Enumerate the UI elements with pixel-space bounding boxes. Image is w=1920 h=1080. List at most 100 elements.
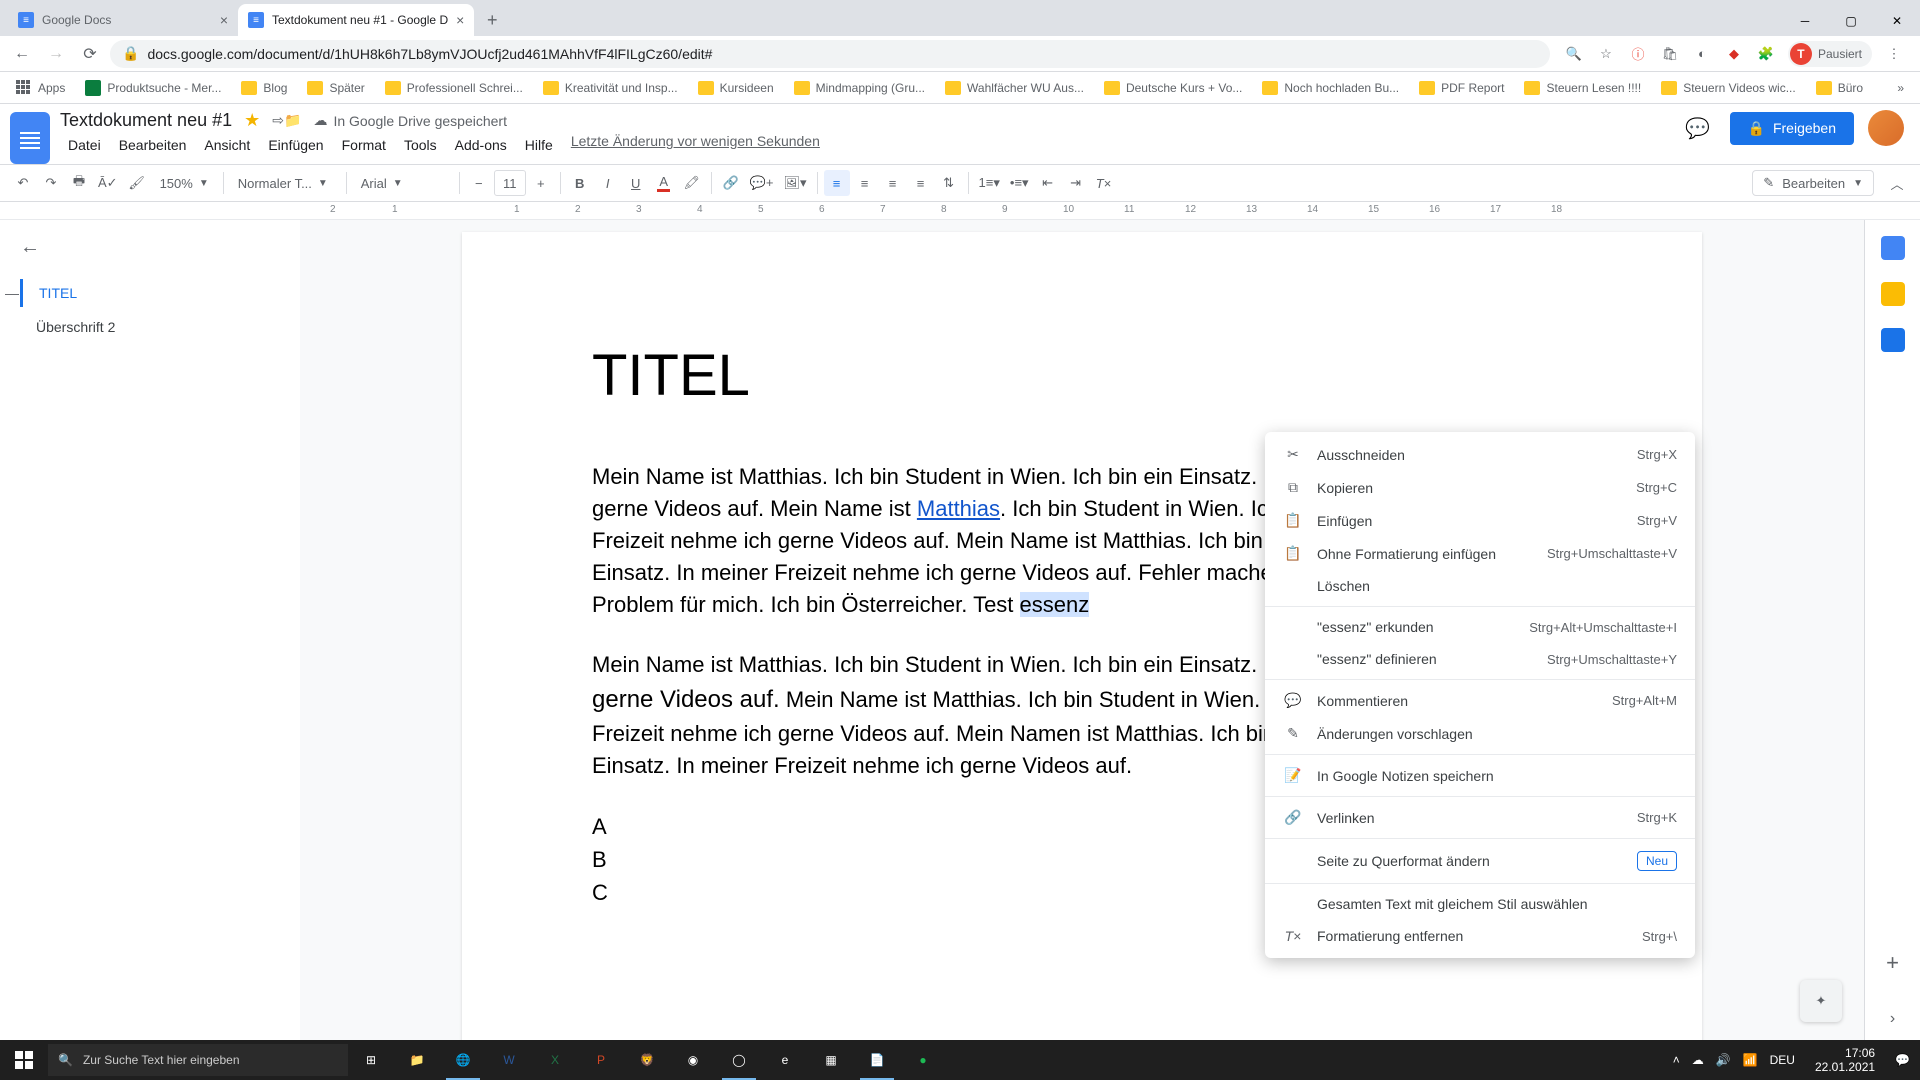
move-icon[interactable]: ⇨📁 [272,112,301,129]
wifi-icon[interactable]: 📶 [1743,1053,1758,1067]
back-button[interactable]: ← [8,40,36,68]
bookmark-item[interactable]: Deutsche Kurs + Vo... [1096,77,1250,99]
indent-dec-button[interactable]: ⇤ [1035,170,1061,196]
bookmark-item[interactable]: Noch hochladen Bu... [1254,77,1407,99]
menu-datei[interactable]: Datei [60,133,109,157]
share-button[interactable]: 🔒 Freigeben [1730,112,1854,145]
link-matthias[interactable]: Matthias [917,496,1000,521]
highlight-button[interactable]: 🖍 [679,170,705,196]
ctx-clear-format[interactable]: T×Formatierung entfernenStrg+\ [1265,920,1695,952]
explore-fab-button[interactable]: ✦ [1800,980,1842,1022]
line-spacing-button[interactable]: ⇅ [936,170,962,196]
bookmark-item[interactable]: PDF Report [1411,77,1512,99]
reload-button[interactable]: ⟳ [76,40,104,68]
font-size-input[interactable]: 11 [494,170,526,196]
menu-format[interactable]: Format [334,133,394,157]
menu-ansicht[interactable]: Ansicht [196,133,258,157]
side-panel-collapse[interactable]: › [1890,998,1895,1040]
spotify-icon[interactable]: ● [900,1040,946,1080]
minimize-button[interactable]: ─ [1782,6,1828,36]
notifications-icon[interactable]: 💬 [1895,1053,1910,1067]
bookmark-item[interactable]: Kreativität und Insp... [535,77,686,99]
star-icon[interactable]: ★ [244,110,260,131]
bookmark-item[interactable]: Später [299,77,372,99]
browser-tab[interactable]: ≡ Google Docs × [8,4,238,36]
redo-button[interactable]: ↷ [38,170,64,196]
apps-shortcut[interactable]: Apps [8,76,73,100]
font-size-inc[interactable]: + [528,170,554,196]
bookmark-item[interactable]: Büro [1808,77,1871,99]
ctx-comment[interactable]: 💬KommentierenStrg+Alt+M [1265,684,1695,717]
bookmark-item[interactable]: Blog [233,77,295,99]
bookmark-item[interactable]: Produktsuche - Mer... [77,76,229,100]
undo-button[interactable]: ↶ [10,170,36,196]
print-button[interactable]: 🖶 [66,170,92,196]
task-view-button[interactable]: ⊞ [348,1040,394,1080]
tasks-icon[interactable] [1881,328,1905,352]
indent-inc-button[interactable]: ⇥ [1063,170,1089,196]
profile-chip[interactable]: T Pausiert [1788,41,1872,67]
ctx-paste-plain[interactable]: 📋Ohne Formatierung einfügenStrg+Umschalt… [1265,537,1695,570]
maximize-button[interactable]: ▢ [1828,6,1874,36]
insert-link-button[interactable]: 🔗 [718,170,744,196]
ctx-select-similar[interactable]: Gesamten Text mit gleichem Stil auswähle… [1265,888,1695,920]
ctx-explore[interactable]: "essenz" erkundenStrg+Alt+Umschalttaste+… [1265,611,1695,643]
align-right-button[interactable]: ≡ [880,170,906,196]
zoom-select[interactable]: 150%▼ [152,176,217,191]
bookmarks-overflow[interactable]: » [1889,77,1912,99]
forward-button[interactable]: → [42,40,70,68]
extensions-icon[interactable]: 🧩 [1756,44,1776,64]
italic-button[interactable]: I [595,170,621,196]
spellcheck-button[interactable]: Ā✓ [94,170,122,196]
menu-icon[interactable]: ⋮ [1884,44,1904,64]
outline-heading-1[interactable]: TITEL [20,279,280,307]
bookmark-item[interactable]: Professionell Schrei... [377,77,531,99]
obs-icon[interactable]: ◉ [670,1040,716,1080]
menu-addons[interactable]: Add-ons [447,133,515,157]
align-left-button[interactable]: ≡ [824,170,850,196]
excel-icon[interactable]: X [532,1040,578,1080]
close-icon[interactable]: × [456,12,464,28]
ctx-paste[interactable]: 📋EinfügenStrg+V [1265,504,1695,537]
start-button[interactable] [0,1040,48,1080]
edge-icon[interactable]: 🌐 [440,1040,486,1080]
bookmark-item[interactable]: Wahlfächer WU Aus... [937,77,1092,99]
align-center-button[interactable]: ≡ [852,170,878,196]
zoom-icon[interactable]: 🔍 [1564,44,1584,64]
paint-format-button[interactable]: 🖌 [124,170,150,196]
docs-logo-icon[interactable] [10,112,50,164]
readmode-icon[interactable]: ⓘ [1628,44,1648,64]
browser-tab-active[interactable]: ≡ Textdokument neu #1 - Google D × [238,4,474,36]
insert-image-button[interactable]: 🖼▾ [780,170,811,196]
comments-button[interactable]: 💬 [1680,110,1716,146]
url-input[interactable]: 🔒 docs.google.com/document/d/1hUH8k6h7Lb… [110,40,1550,68]
close-window-button[interactable]: ✕ [1874,6,1920,36]
drive-status[interactable]: ☁ In Google Drive gespeichert [313,112,507,129]
menu-tools[interactable]: Tools [396,133,445,157]
collapse-toolbar-button[interactable]: ︿ [1884,170,1910,196]
ctx-define[interactable]: "essenz" definierenStrg+Umschalttaste+Y [1265,643,1695,675]
language-indicator[interactable]: DEU [1770,1053,1795,1067]
edit-mode-select[interactable]: ✎ Bearbeiten ▼ [1752,170,1874,196]
bookmark-item[interactable]: Steuern Videos wic... [1653,77,1804,99]
onedrive-icon[interactable]: ☁ [1692,1053,1704,1067]
word-icon[interactable]: W [486,1040,532,1080]
powerpoint-icon[interactable]: P [578,1040,624,1080]
tray-chevron-icon[interactable]: ˄ [1673,1053,1680,1067]
ctx-delete[interactable]: Löschen [1265,570,1695,602]
app-icon[interactable]: ▦ [808,1040,854,1080]
horizontal-ruler[interactable]: 2 1 1 2 3 4 5 6 7 8 9 10 11 12 13 14 15 … [0,202,1920,220]
keep-icon[interactable] [1881,282,1905,306]
new-tab-button[interactable]: + [478,6,506,34]
edge2-icon[interactable]: e [762,1040,808,1080]
menu-einfuegen[interactable]: Einfügen [260,133,331,157]
style-select[interactable]: Normaler T...▼ [230,176,340,191]
ctx-link[interactable]: 🔗VerlinkenStrg+K [1265,801,1695,834]
account-avatar[interactable] [1868,110,1904,146]
close-icon[interactable]: × [220,12,228,28]
calendar-icon[interactable] [1881,236,1905,260]
ctx-landscape[interactable]: Seite zu Querformat ändernNeu [1265,843,1695,879]
document-title[interactable]: Textdokument neu #1 [60,110,232,131]
outline-heading-2[interactable]: Überschrift 2 [20,313,280,341]
taskbar-clock[interactable]: 17:06 22.01.2021 [1807,1046,1883,1075]
